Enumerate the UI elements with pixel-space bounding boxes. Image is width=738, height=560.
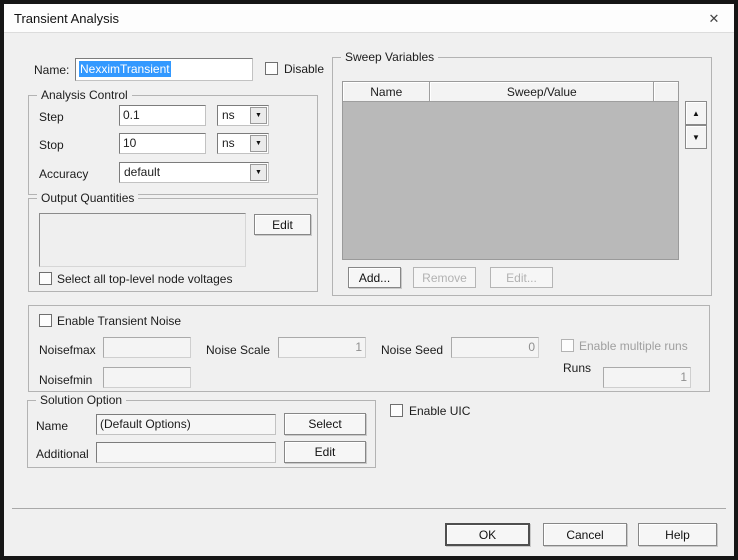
sweep-table-body[interactable] — [343, 102, 678, 260]
arrow-up-icon: ▲ — [692, 108, 700, 118]
output-quantities-group: Output Quantities Edit Select all top-le… — [28, 191, 318, 292]
chevron-down-icon[interactable]: ▼ — [250, 135, 267, 152]
step-input[interactable]: 0.1 — [119, 105, 206, 126]
stop-input[interactable]: 10 — [119, 133, 206, 154]
solution-select-button[interactable]: Select — [284, 413, 366, 435]
sweep-move-up-button[interactable]: ▲ — [685, 101, 707, 125]
enable-uic-label: Enable UIC — [409, 404, 471, 418]
ok-button[interactable]: OK — [445, 523, 530, 546]
select-all-node-voltages-checkbox[interactable] — [39, 272, 52, 285]
sweep-edit-button: Edit... — [490, 267, 553, 288]
solution-option-group: Solution Option Name (Default Options) S… — [27, 393, 376, 468]
enable-transient-noise-label: Enable Transient Noise — [57, 314, 182, 328]
chevron-down-icon[interactable]: ▼ — [250, 164, 267, 181]
additional-value — [96, 442, 276, 463]
name-input[interactable]: NexximTransient — [75, 58, 253, 81]
close-icon[interactable]: ✕ — [702, 8, 726, 29]
footer-divider — [12, 508, 726, 509]
analysis-control-group: Analysis Control Step 0.1 ns ▼ Stop 10 n… — [28, 88, 318, 195]
stop-unit-select[interactable]: ns ▼ — [217, 133, 269, 154]
column-header-sweep-value[interactable]: Sweep/Value — [430, 82, 655, 102]
stop-unit-value: ns — [222, 136, 235, 150]
noise-scale-label: Noise Scale — [206, 343, 271, 357]
solution-name-value: (Default Options) — [96, 414, 276, 435]
sweep-variables-group: Sweep Variables Name Sweep/Value ▲ ▼ Add… — [332, 50, 712, 296]
accuracy-label: Accuracy — [39, 167, 89, 181]
select-all-node-voltages-label: Select all top-level node voltages — [57, 272, 233, 286]
disable-label: Disable — [284, 62, 325, 76]
column-header-name[interactable]: Name — [343, 82, 431, 102]
additional-edit-button[interactable]: Edit — [284, 441, 366, 463]
cancel-button[interactable]: Cancel — [543, 523, 627, 546]
sweep-variables-legend: Sweep Variables — [341, 50, 439, 64]
chevron-down-icon[interactable]: ▼ — [250, 107, 267, 124]
solution-option-legend: Solution Option — [36, 393, 127, 407]
solution-name-label: Name — [36, 419, 69, 433]
runs-label: Runs — [563, 361, 592, 375]
help-button[interactable]: Help — [638, 523, 717, 546]
analysis-control-legend: Analysis Control — [37, 88, 132, 102]
noisefmin-label: Noisefmin — [39, 373, 93, 387]
step-unit-select[interactable]: ns ▼ — [217, 105, 269, 126]
accuracy-select[interactable]: default ▼ — [119, 162, 269, 183]
noise-seed-label: Noise Seed — [381, 343, 444, 357]
additional-label: Additional — [36, 447, 89, 461]
noise-seed-input: 0 — [451, 337, 539, 358]
disable-checkbox[interactable] — [265, 62, 278, 75]
arrow-down-icon: ▼ — [692, 132, 700, 142]
enable-multiple-runs-label: Enable multiple runs — [579, 339, 688, 353]
transient-noise-group: Enable Transient Noise Noisefmax Noise S… — [28, 305, 710, 392]
sweep-table-header: Name Sweep/Value — [343, 82, 678, 102]
noisefmin-input — [103, 367, 191, 388]
noisefmax-input — [103, 337, 191, 358]
stop-label: Stop — [39, 138, 64, 152]
sweep-remove-button: Remove — [413, 267, 476, 288]
accuracy-value: default — [124, 165, 161, 179]
sweep-variables-table[interactable]: Name Sweep/Value — [342, 81, 679, 260]
title-bar[interactable]: Transient Analysis ✕ — [4, 4, 734, 33]
enable-multiple-runs-checkbox — [561, 339, 574, 352]
step-unit-value: ns — [222, 108, 235, 122]
noisefmax-label: Noisefmax — [39, 343, 96, 357]
step-label: Step — [39, 110, 64, 124]
sweep-add-button[interactable]: Add... — [348, 267, 401, 288]
column-header-extra[interactable] — [654, 82, 678, 102]
name-input-selected-text: NexximTransient — [79, 61, 171, 77]
noise-scale-input: 1 — [278, 337, 366, 358]
name-label: Name: — [34, 63, 70, 77]
enable-transient-noise-checkbox[interactable] — [39, 314, 52, 327]
output-quantities-legend: Output Quantities — [37, 191, 139, 205]
dialog-title: Transient Analysis — [14, 11, 120, 26]
runs-input: 1 — [603, 367, 691, 388]
sweep-move-down-button[interactable]: ▼ — [685, 125, 707, 149]
transient-analysis-dialog: Transient Analysis ✕ Name: NexximTransie… — [0, 0, 738, 560]
enable-uic-checkbox[interactable] — [390, 404, 403, 417]
output-quantities-edit-button[interactable]: Edit — [254, 214, 311, 235]
output-quantities-list[interactable] — [39, 213, 246, 267]
